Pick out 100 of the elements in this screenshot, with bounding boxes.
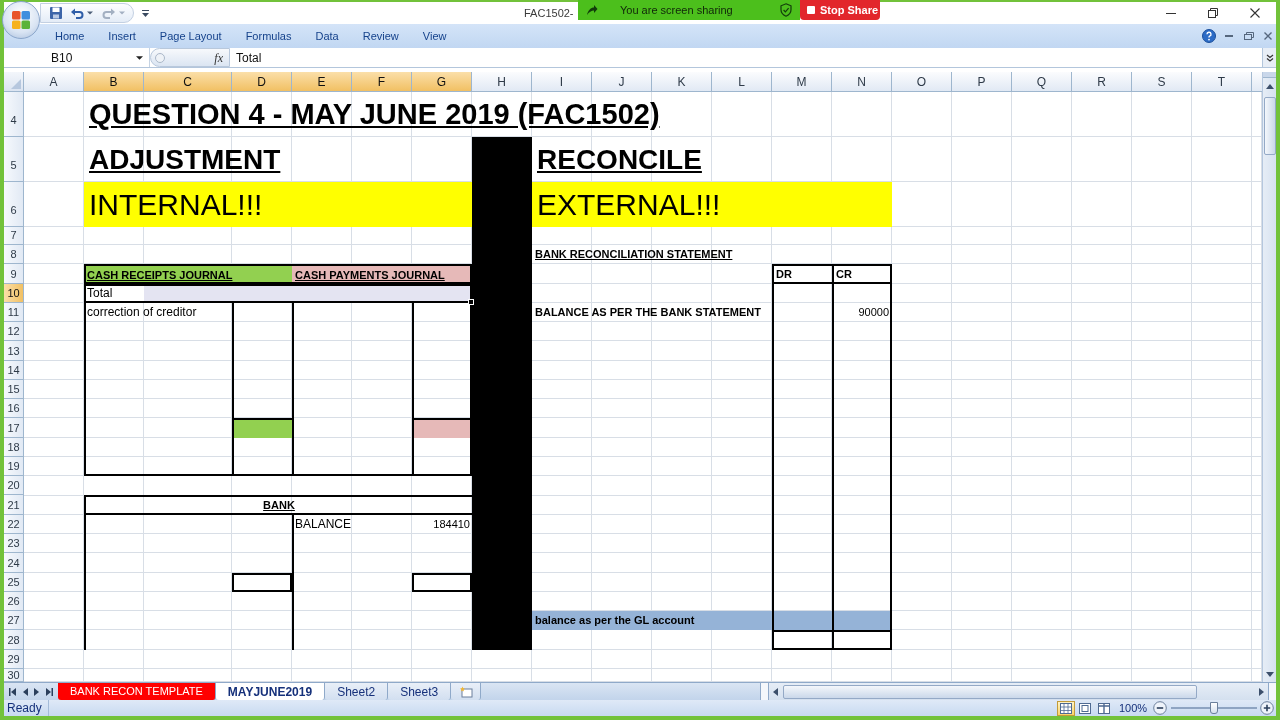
column-header[interactable]: C: [144, 72, 232, 92]
row-header[interactable]: 25: [4, 572, 24, 592]
stop-share-button[interactable]: Stop Share: [800, 0, 880, 20]
row-header[interactable]: 22: [4, 514, 24, 534]
dropdown-caret-icon[interactable]: [136, 55, 143, 60]
column-header[interactable]: G: [412, 72, 472, 92]
ribbon-tab[interactable]: Formulas: [233, 24, 304, 48]
ribbon-tab[interactable]: Home: [43, 24, 97, 48]
column-header[interactable]: L: [712, 72, 772, 92]
row-header[interactable]: 18: [4, 437, 24, 457]
view-button[interactable]: [1057, 700, 1075, 716]
triangle-left-icon[interactable]: [22, 687, 28, 696]
sheet-tab[interactable]: MAYJUNE2019: [215, 683, 326, 700]
double-chevron-icon: [1265, 53, 1274, 62]
column-header[interactable]: T: [1192, 72, 1252, 92]
row-header[interactable]: 6: [4, 182, 24, 227]
row-header[interactable]: 9: [4, 264, 24, 284]
name-box[interactable]: B10: [4, 48, 150, 67]
scrollbar-thumb[interactable]: [783, 684, 1197, 699]
active-cell[interactable]: Total: [86, 285, 144, 301]
triangle-right-icon[interactable]: [34, 687, 40, 696]
grid-view-icon: [1060, 702, 1072, 714]
row-header[interactable]: 19: [4, 456, 24, 477]
scrollbar-thumb[interactable]: [1263, 97, 1276, 155]
row-header[interactable]: 15: [4, 379, 24, 400]
insert-function-button[interactable]: fx: [214, 48, 223, 67]
sheet-tab[interactable]: Sheet3: [388, 683, 452, 700]
ribbon-tab[interactable]: Data: [303, 24, 351, 48]
column-header[interactable]: P: [952, 72, 1012, 92]
skip-end-icon[interactable]: [45, 687, 53, 696]
slider-thumb[interactable]: [1210, 702, 1218, 714]
row-header[interactable]: 21: [4, 495, 24, 515]
table-cell-text: 90000: [858, 305, 890, 321]
ribbon-tab[interactable]: Page Layout: [147, 24, 234, 48]
column-header[interactable]: R: [1072, 72, 1132, 92]
view-button[interactable]: [1076, 700, 1094, 716]
column-header[interactable]: H: [472, 72, 532, 92]
sheet-tab[interactable]: BANK RECON TEMPLATE: [58, 683, 216, 700]
column-header[interactable]: B: [84, 72, 144, 92]
zoom-out-icon[interactable]: [1153, 701, 1167, 715]
column-header[interactable]: F: [352, 72, 412, 92]
sheet-tab[interactable]: Sheet2: [325, 683, 389, 700]
row-header[interactable]: 16: [4, 399, 24, 419]
row-header[interactable]: 23: [4, 534, 24, 554]
row-header[interactable]: 13: [4, 341, 24, 361]
fill-handle-icon[interactable]: [468, 298, 474, 305]
section-heading: RECONCILE: [537, 143, 702, 176]
zoom-level[interactable]: 100%: [1119, 699, 1149, 717]
row-header[interactable]: 26: [4, 591, 24, 612]
column-header[interactable]: K: [652, 72, 712, 92]
column-header[interactable]: E: [292, 72, 352, 92]
row-header[interactable]: 4: [4, 92, 24, 137]
column-header[interactable]: A: [24, 72, 84, 92]
row-header[interactable]: 7: [4, 227, 24, 245]
row-header[interactable]: 10: [4, 283, 24, 303]
row-header[interactable]: 11: [4, 302, 24, 323]
column-header[interactable]: S: [1132, 72, 1192, 92]
scroll-left-icon[interactable]: [773, 687, 778, 696]
ribbon-tab[interactable]: Review: [350, 24, 411, 48]
row-header[interactable]: 17: [4, 418, 24, 438]
sheet-title: QUESTION 4 - MAY JUNE 2019 (FAC1502): [89, 98, 660, 131]
view-button[interactable]: [1095, 700, 1113, 716]
row-header[interactable]: 14: [4, 360, 24, 380]
ribbon-tab[interactable]: View: [410, 24, 459, 48]
window-title: FAC1502-: [524, 5, 574, 21]
undo-icon[interactable]: [70, 6, 84, 20]
scroll-right-icon[interactable]: [1259, 687, 1264, 696]
formula-field[interactable]: Total: [230, 48, 1262, 67]
column-header[interactable]: Q: [1012, 72, 1072, 92]
row-header[interactable]: 20: [4, 476, 24, 496]
row-header[interactable]: 24: [4, 553, 24, 573]
row-header[interactable]: 12: [4, 322, 24, 342]
save-icon[interactable]: [49, 6, 63, 20]
column-header[interactable]: J: [592, 72, 652, 92]
row-header[interactable]: 29: [4, 649, 24, 669]
column-header[interactable]: D: [232, 72, 292, 92]
office-button[interactable]: [2, 1, 40, 39]
restore-icon[interactable]: [1244, 32, 1254, 40]
caret-icon[interactable]: [87, 11, 93, 15]
table-cell-text: 184410: [433, 517, 471, 533]
account-heading: BANK: [84, 495, 472, 515]
skip-start-icon[interactable]: [9, 687, 17, 696]
column-header[interactable]: I: [532, 72, 592, 92]
help-icon[interactable]: [1202, 29, 1216, 43]
column-header[interactable]: O: [892, 72, 952, 92]
row-header[interactable]: 5: [4, 137, 24, 182]
column-header[interactable]: N: [832, 72, 892, 92]
row-header[interactable]: 28: [4, 630, 24, 650]
horizontal-scrollbar[interactable]: [760, 683, 1276, 700]
vertical-scrollbar[interactable]: [1262, 72, 1276, 682]
column-header[interactable]: M: [772, 72, 832, 92]
row-header[interactable]: 8: [4, 245, 24, 265]
close-icon[interactable]: [1263, 32, 1272, 40]
expand-formula-button[interactable]: [1262, 48, 1276, 67]
caret-icon[interactable]: [142, 9, 149, 17]
ribbon-tab[interactable]: Insert: [96, 24, 148, 48]
scroll-down-icon[interactable]: [1265, 672, 1274, 677]
scroll-up-icon[interactable]: [1265, 84, 1274, 89]
zoom-in-icon[interactable]: [1260, 701, 1274, 715]
row-header[interactable]: 27: [4, 611, 24, 631]
